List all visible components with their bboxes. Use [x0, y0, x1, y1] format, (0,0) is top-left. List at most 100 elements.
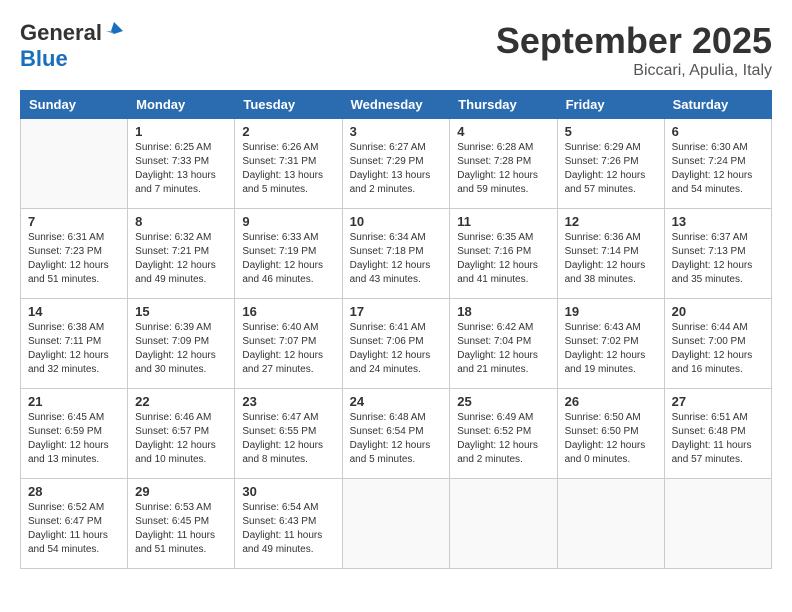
page-header: General Blue September 2025 Biccari, Apu…: [20, 20, 772, 80]
column-header-saturday: Saturday: [664, 91, 771, 119]
column-header-wednesday: Wednesday: [342, 91, 450, 119]
day-number: 10: [350, 214, 443, 229]
calendar-week-row: 21 Sunrise: 6:45 AM Sunset: 6:59 PM Dayli…: [21, 389, 772, 479]
calendar-cell: 26 Sunrise: 6:50 AM Sunset: 6:50 PM Dayli…: [557, 389, 664, 479]
calendar-cell: 24 Sunrise: 6:48 AM Sunset: 6:54 PM Dayli…: [342, 389, 450, 479]
day-number: 30: [242, 484, 334, 499]
day-info: Sunrise: 6:49 AM Sunset: 6:52 PM Dayligh…: [457, 411, 549, 467]
calendar-cell: 29Sunrise: 6:53 AM Sunset: 6:45 PM Dayli…: [128, 479, 235, 569]
day-info: Sunrise: 6:54 AM Sunset: 6:43 PM Dayligh…: [242, 501, 334, 557]
day-info: Sunrise: 6:25 AM Sunset: 7:33 PM Dayligh…: [135, 141, 227, 197]
day-info: Sunrise: 6:32 AM Sunset: 7:21 PM Dayligh…: [135, 231, 227, 287]
calendar-cell: [21, 119, 128, 209]
day-number: 16: [242, 304, 334, 319]
calendar-cell: [664, 479, 771, 569]
calendar-cell: [450, 479, 557, 569]
day-number: 24: [350, 394, 443, 409]
day-number: 8: [135, 214, 227, 229]
calendar-cell: 10 Sunrise: 6:34 AM Sunset: 7:18 PM Dayli…: [342, 209, 450, 299]
calendar-cell: 4Sunrise: 6:28 AM Sunset: 7:28 PM Daylig…: [450, 119, 557, 209]
calendar-cell: 1 Sunrise: 6:25 AM Sunset: 7:33 PM Daylig…: [128, 119, 235, 209]
calendar-header-row: SundayMondayTuesdayWednesdayThursdayFrid…: [21, 91, 772, 119]
day-info: Sunrise: 6:36 AM Sunset: 7:14 PM Dayligh…: [565, 231, 657, 287]
calendar-cell: 9Sunrise: 6:33 AM Sunset: 7:19 PM Daylig…: [235, 209, 342, 299]
day-info: Sunrise: 6:27 AM Sunset: 7:29 PM Dayligh…: [350, 141, 443, 197]
calendar-cell: 25 Sunrise: 6:49 AM Sunset: 6:52 PM Dayli…: [450, 389, 557, 479]
calendar-cell: 6 Sunrise: 6:30 AM Sunset: 7:24 PM Daylig…: [664, 119, 771, 209]
day-info: Sunrise: 6:44 AM Sunset: 7:00 PM Dayligh…: [672, 321, 764, 377]
calendar-cell: 17Sunrise: 6:41 AM Sunset: 7:06 PM Dayli…: [342, 299, 450, 389]
day-number: 23: [242, 394, 334, 409]
calendar-cell: 22 Sunrise: 6:46 AM Sunset: 6:57 PM Dayli…: [128, 389, 235, 479]
day-number: 27: [672, 394, 764, 409]
day-info: Sunrise: 6:51 AM Sunset: 6:48 PM Dayligh…: [672, 411, 764, 467]
day-number: 13: [672, 214, 764, 229]
day-number: 2: [242, 124, 334, 139]
logo: General Blue: [20, 20, 125, 72]
day-number: 29: [135, 484, 227, 499]
calendar-cell: 15Sunrise: 6:39 AM Sunset: 7:09 PM Dayli…: [128, 299, 235, 389]
day-info: Sunrise: 6:48 AM Sunset: 6:54 PM Dayligh…: [350, 411, 443, 467]
day-number: 1: [135, 124, 227, 139]
day-info: Sunrise: 6:26 AM Sunset: 7:31 PM Dayligh…: [242, 141, 334, 197]
calendar-cell: 8 Sunrise: 6:32 AM Sunset: 7:21 PM Daylig…: [128, 209, 235, 299]
day-number: 6: [672, 124, 764, 139]
day-number: 28: [28, 484, 120, 499]
calendar-cell: 3 Sunrise: 6:27 AM Sunset: 7:29 PM Daylig…: [342, 119, 450, 209]
day-number: 9: [242, 214, 334, 229]
day-info: Sunrise: 6:38 AM Sunset: 7:11 PM Dayligh…: [28, 321, 120, 377]
column-header-tuesday: Tuesday: [235, 91, 342, 119]
day-info: Sunrise: 6:45 AM Sunset: 6:59 PM Dayligh…: [28, 411, 120, 467]
day-number: 11: [457, 214, 549, 229]
day-info: Sunrise: 6:43 AM Sunset: 7:02 PM Dayligh…: [565, 321, 657, 377]
day-info: Sunrise: 6:46 AM Sunset: 6:57 PM Dayligh…: [135, 411, 227, 467]
day-info: Sunrise: 6:42 AM Sunset: 7:04 PM Dayligh…: [457, 321, 549, 377]
day-info: Sunrise: 6:29 AM Sunset: 7:26 PM Dayligh…: [565, 141, 657, 197]
day-number: 12: [565, 214, 657, 229]
day-number: 19: [565, 304, 657, 319]
title-section: September 2025 Biccari, Apulia, Italy: [496, 20, 772, 80]
month-year-title: September 2025: [496, 20, 772, 62]
calendar-table: SundayMondayTuesdayWednesdayThursdayFrid…: [20, 90, 772, 569]
calendar-cell: [557, 479, 664, 569]
day-number: 5: [565, 124, 657, 139]
day-number: 25: [457, 394, 549, 409]
day-info: Sunrise: 6:41 AM Sunset: 7:06 PM Dayligh…: [350, 321, 443, 377]
location-text: Biccari, Apulia, Italy: [496, 62, 772, 80]
day-info: Sunrise: 6:37 AM Sunset: 7:13 PM Dayligh…: [672, 231, 764, 287]
day-number: 14: [28, 304, 120, 319]
column-header-thursday: Thursday: [450, 91, 557, 119]
day-number: 20: [672, 304, 764, 319]
calendar-cell: 16 Sunrise: 6:40 AM Sunset: 7:07 PM Dayli…: [235, 299, 342, 389]
calendar-week-row: 28 Sunrise: 6:52 AM Sunset: 6:47 PM Dayli…: [21, 479, 772, 569]
day-info: Sunrise: 6:31 AM Sunset: 7:23 PM Dayligh…: [28, 231, 120, 287]
day-info: Sunrise: 6:30 AM Sunset: 7:24 PM Dayligh…: [672, 141, 764, 197]
calendar-cell: 18 Sunrise: 6:42 AM Sunset: 7:04 PM Dayli…: [450, 299, 557, 389]
day-info: Sunrise: 6:50 AM Sunset: 6:50 PM Dayligh…: [565, 411, 657, 467]
calendar-cell: 2 Sunrise: 6:26 AM Sunset: 7:31 PM Daylig…: [235, 119, 342, 209]
day-info: Sunrise: 6:52 AM Sunset: 6:47 PM Dayligh…: [28, 501, 120, 557]
calendar-cell: 23Sunrise: 6:47 AM Sunset: 6:55 PM Dayli…: [235, 389, 342, 479]
day-info: Sunrise: 6:39 AM Sunset: 7:09 PM Dayligh…: [135, 321, 227, 377]
calendar-cell: 12 Sunrise: 6:36 AM Sunset: 7:14 PM Dayli…: [557, 209, 664, 299]
calendar-week-row: 7 Sunrise: 6:31 AM Sunset: 7:23 PM Daylig…: [21, 209, 772, 299]
day-info: Sunrise: 6:34 AM Sunset: 7:18 PM Dayligh…: [350, 231, 443, 287]
calendar-cell: [342, 479, 450, 569]
calendar-cell: 21 Sunrise: 6:45 AM Sunset: 6:59 PM Dayli…: [21, 389, 128, 479]
calendar-cell: 13 Sunrise: 6:37 AM Sunset: 7:13 PM Dayli…: [664, 209, 771, 299]
calendar-cell: 5 Sunrise: 6:29 AM Sunset: 7:26 PM Daylig…: [557, 119, 664, 209]
column-header-monday: Monday: [128, 91, 235, 119]
day-number: 22: [135, 394, 227, 409]
day-info: Sunrise: 6:35 AM Sunset: 7:16 PM Dayligh…: [457, 231, 549, 287]
day-number: 7: [28, 214, 120, 229]
day-number: 21: [28, 394, 120, 409]
calendar-cell: 19 Sunrise: 6:43 AM Sunset: 7:02 PM Dayli…: [557, 299, 664, 389]
calendar-cell: 14 Sunrise: 6:38 AM Sunset: 7:11 PM Dayli…: [21, 299, 128, 389]
day-number: 3: [350, 124, 443, 139]
calendar-week-row: 14 Sunrise: 6:38 AM Sunset: 7:11 PM Dayli…: [21, 299, 772, 389]
day-number: 26: [565, 394, 657, 409]
day-number: 18: [457, 304, 549, 319]
calendar-cell: 27 Sunrise: 6:51 AM Sunset: 6:48 PM Dayli…: [664, 389, 771, 479]
day-number: 4: [457, 124, 549, 139]
day-info: Sunrise: 6:40 AM Sunset: 7:07 PM Dayligh…: [242, 321, 334, 377]
